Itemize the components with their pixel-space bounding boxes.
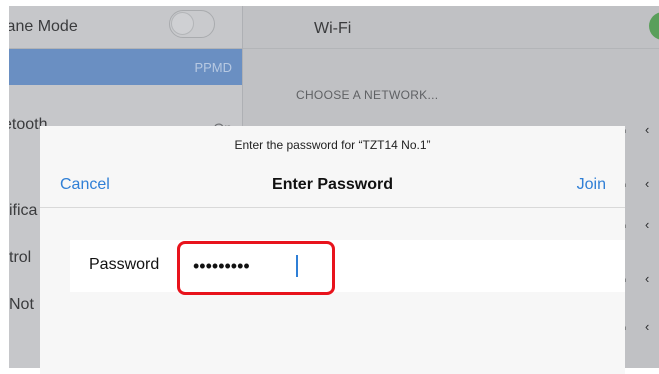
sidebar-item-notifications[interactable]: ifica	[9, 202, 37, 220]
toggle-knob	[171, 12, 194, 35]
wifi-network-value: PPMD	[194, 60, 232, 75]
wifi-toggle[interactable]	[649, 12, 659, 40]
wifi-signal-icon: ‹	[645, 176, 650, 191]
sidebar-item-do-not-disturb[interactable]: Not	[9, 296, 34, 314]
airplane-mode-toggle[interactable]	[169, 10, 215, 38]
sidebar-item-label: lane Mode	[9, 18, 78, 35]
dialog-prompt: Enter the password for “TZT14 No.1”	[234, 138, 431, 152]
wifi-signal-icon: ‹	[645, 217, 650, 232]
dialog-title: Enter Password	[272, 176, 393, 193]
join-button[interactable]: Join	[577, 176, 606, 194]
dialog-divider	[40, 207, 625, 208]
choose-network-header: CHOOSE A NETWORK...	[296, 88, 439, 102]
wifi-signal-icon: ‹	[645, 122, 650, 137]
sidebar-item-airplane-mode[interactable]: lane Mode	[9, 6, 242, 48]
password-label: Password	[89, 256, 160, 273]
sidebar-item-control-center[interactable]: trol	[9, 249, 31, 267]
divider	[243, 48, 659, 49]
sidebar-item-wifi[interactable]: i PPMD	[9, 49, 242, 85]
password-row: Password •••••••••	[70, 240, 625, 292]
highlight-box	[177, 241, 335, 295]
wifi-signal-icon: ‹	[645, 319, 650, 334]
wifi-signal-icon: ‹	[645, 271, 650, 286]
wifi-page-title: Wi-Fi	[314, 20, 352, 37]
